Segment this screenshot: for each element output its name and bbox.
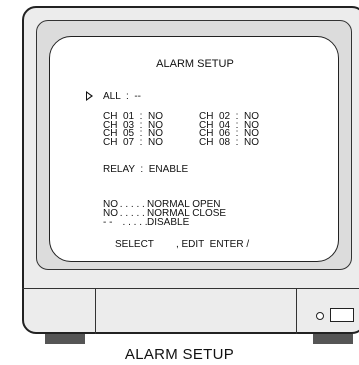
monitor-foot-left: [45, 334, 85, 344]
footer-hint: SELECT , EDIT ENTER /: [115, 239, 250, 250]
base-divider-left: [95, 288, 96, 334]
legend: NO . . . . . NORMAL OPEN NO . . . . . NO…: [103, 200, 226, 228]
power-button[interactable]: [330, 308, 354, 322]
legend-dots: . . . . .: [117, 217, 148, 228]
legend-text: DISABLE: [147, 217, 190, 228]
legend-item: - - . . . . . DISABLE: [103, 217, 226, 228]
screen-title: ALARM SETUP: [156, 58, 234, 70]
figure-caption: ALARM SETUP: [124, 346, 235, 363]
all-channels-setting[interactable]: ALL : --: [103, 92, 141, 102]
legend-code: - -: [103, 217, 113, 228]
channel-grid: CH 01 : NO CH 02 : NO CH 03 : NO CH 04 :…: [103, 112, 323, 148]
monitor-foot-right: [313, 334, 353, 344]
power-led-icon: [316, 312, 324, 320]
relay-setting[interactable]: RELAY : ENABLE: [103, 165, 188, 175]
channel-row: CH 07 : NO CH 08 : NO: [103, 137, 323, 148]
selection-cursor-icon: [86, 91, 93, 101]
base-divider-right: [296, 288, 297, 334]
osd-screen: ALARM SETUP ALL : -- CH 01 : NO CH 02 : …: [49, 36, 339, 262]
channel-setting-8[interactable]: CH 08 : NO: [199, 137, 295, 148]
channel-setting-7[interactable]: CH 07 : NO: [103, 137, 199, 148]
base-divider: [22, 288, 359, 289]
